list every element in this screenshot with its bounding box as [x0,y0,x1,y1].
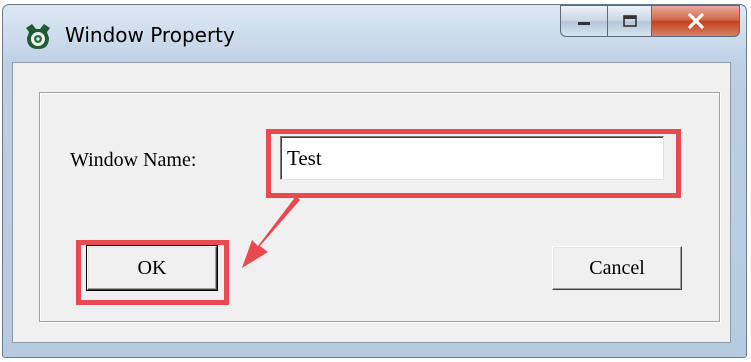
app-icon [26,24,50,49]
caption-buttons [560,5,740,39]
title-bar[interactable]: Window Property [3,5,746,67]
dialog-client-area [12,62,731,343]
ok-button[interactable]: OK [86,245,218,291]
window-title: Window Property [65,23,235,47]
window-name-label: Window Name: [70,149,197,171]
maximize-icon [622,15,637,27]
close-button[interactable] [652,5,740,37]
cancel-button[interactable]: Cancel [552,246,682,290]
window-name-input[interactable] [280,136,664,180]
minimize-icon [578,22,590,25]
minimize-button[interactable] [560,5,608,37]
close-icon [687,13,704,29]
annotation-arrow-icon [242,196,300,268]
maximize-button[interactable] [608,5,652,37]
